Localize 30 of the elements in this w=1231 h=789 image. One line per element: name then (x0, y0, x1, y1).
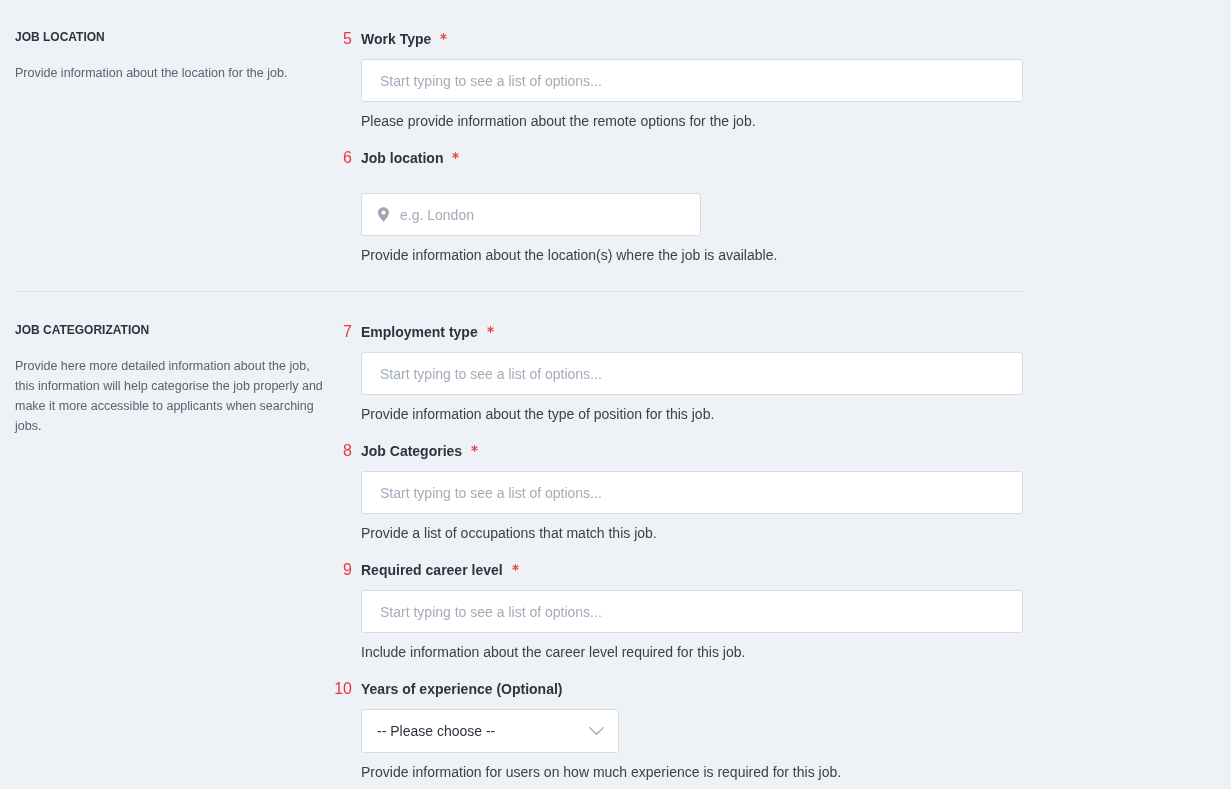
field-label: Employment type (361, 323, 478, 342)
section-description: Provide here more detailed information about the job, this information will help categorise the job properly and make it more accessible to applicants when searching jobs. (15, 358, 324, 435)
field-label: Required career level (361, 561, 503, 580)
field-label: Work Type (361, 30, 432, 49)
help-text: Provide information about the location(s) where the job is available. (361, 246, 779, 265)
field-number: 5 (343, 29, 352, 49)
field-number: 8 (343, 441, 352, 461)
field-number: 7 (343, 322, 352, 342)
section-heading: JOB CATEGORIZATION (15, 322, 151, 338)
input-field[interactable]: Start typing to see a list of options... (361, 590, 1023, 633)
location-pin-icon (378, 207, 389, 222)
input-field[interactable]: Start typing to see a list of options... (361, 352, 1023, 395)
field-label: Job location (361, 149, 444, 168)
field-number: 6 (343, 148, 352, 168)
help-text: Include information about the career level required for this job. (361, 643, 747, 662)
section-heading: JOB LOCATION (15, 29, 106, 45)
field-label: Job Categories (361, 442, 463, 461)
field-label: Years of experience (Optional) (361, 680, 563, 699)
help-text: Provide a list of occupations that match this job. (361, 524, 658, 543)
section-description: Provide information about the location for the job. (15, 65, 289, 82)
field-number: 9 (343, 560, 352, 580)
location-input-field[interactable]: e.g. London (361, 193, 701, 236)
select-dropdown[interactable]: -- Please choose -- (361, 709, 619, 753)
input-field[interactable]: Start typing to see a list of options... (361, 471, 1023, 514)
input-field[interactable]: Start typing to see a list of options... (361, 59, 1023, 102)
help-text: Provide information about the type of position for this job. (361, 405, 716, 424)
chevron-down-icon (589, 727, 604, 735)
help-text: Please provide information about the remote options for the job. (361, 112, 757, 131)
help-text: Provide information for users on how much experience is required for this job. (361, 763, 843, 782)
field-number: 10 (334, 679, 352, 699)
